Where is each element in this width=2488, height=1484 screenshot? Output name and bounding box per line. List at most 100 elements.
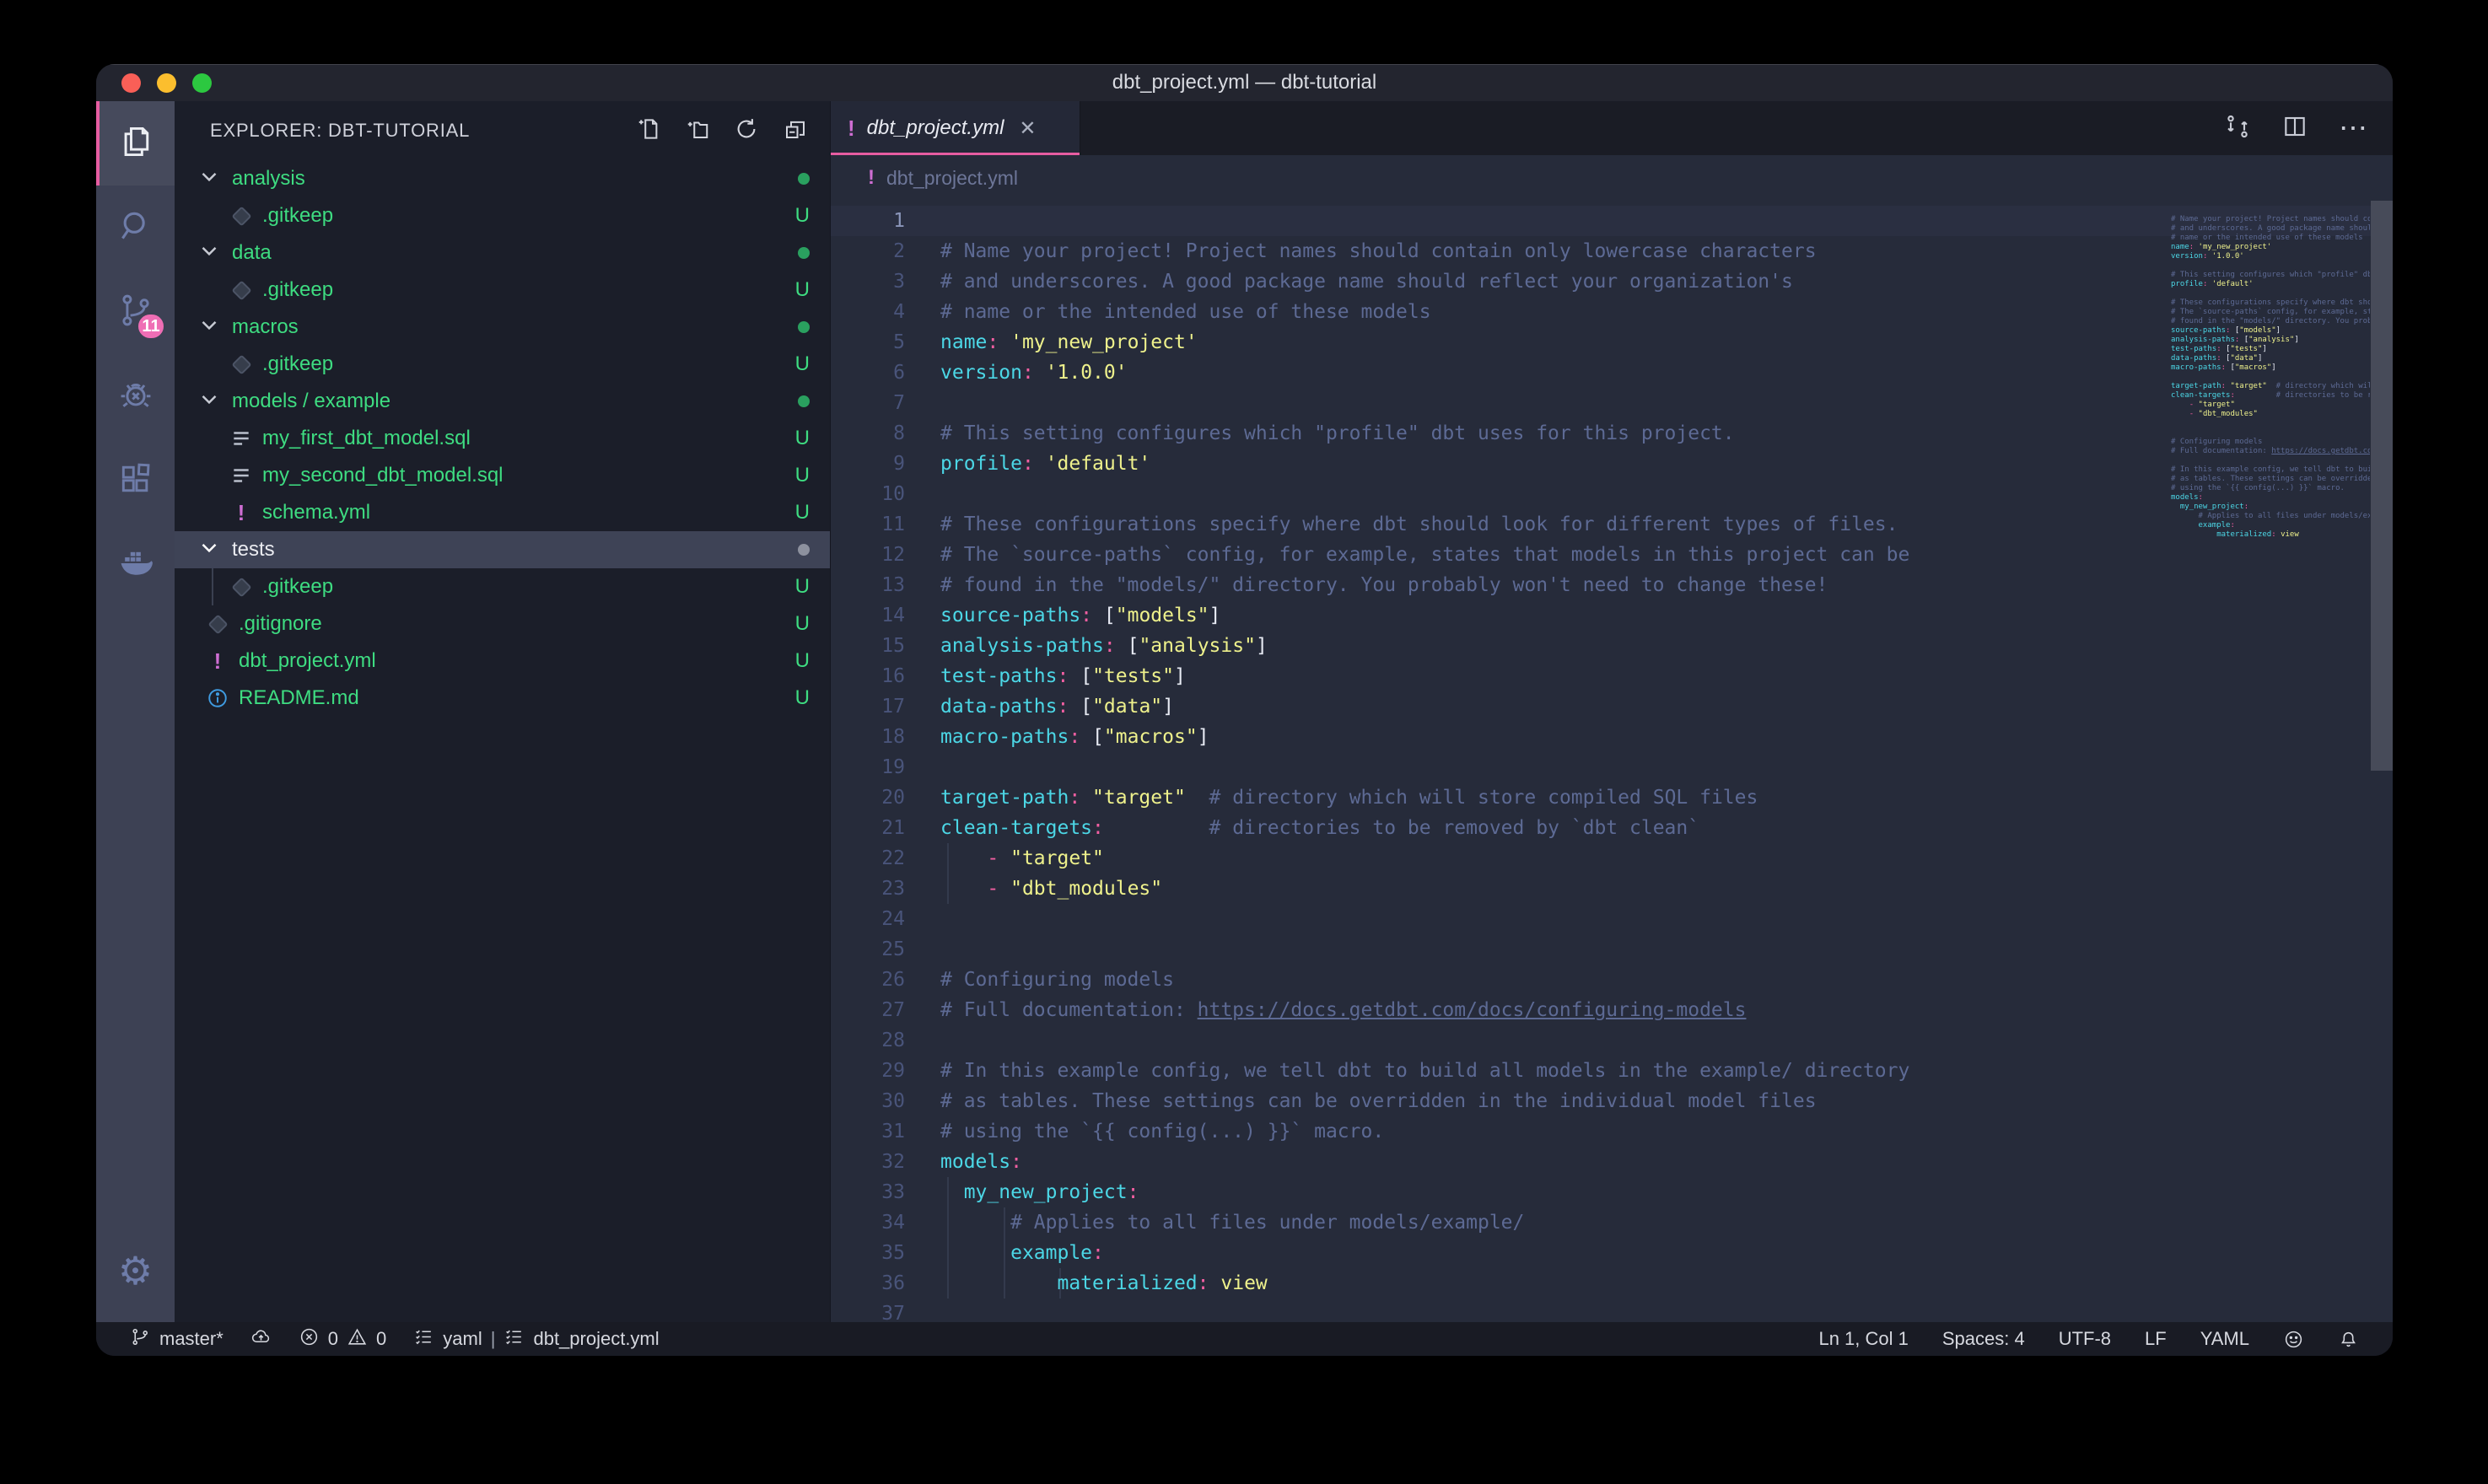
split-editor-icon[interactable] — [2281, 113, 2308, 144]
tree-item-label: data — [232, 241, 272, 265]
git-status-badge: U — [795, 278, 810, 302]
code-line-6: 6version: '1.0.0' — [831, 358, 2162, 388]
line-number: 7 — [831, 388, 940, 418]
code-line-7: 7 — [831, 388, 2162, 418]
line-number: 5 — [831, 327, 940, 358]
activity-docker[interactable] — [96, 523, 175, 607]
code-line-10: 10 — [831, 479, 2162, 509]
code-line-30: 30# as tables. These settings can be ove… — [831, 1086, 2162, 1116]
error-count: 0 — [328, 1328, 338, 1350]
tree-item--gitkeep[interactable]: .gitkeep U — [175, 568, 830, 605]
tree-item-label: README.md — [239, 686, 359, 710]
line-number: 6 — [831, 358, 940, 388]
tree-item-label: my_first_dbt_model.sql — [262, 427, 471, 450]
tab-label: dbt_project.yml — [867, 116, 1004, 140]
more-actions-icon[interactable]: ⋯ — [2339, 124, 2369, 132]
collapse-all-icon[interactable] — [783, 116, 808, 146]
line-number: 31 — [831, 1116, 940, 1147]
line-number: 28 — [831, 1025, 940, 1056]
line-number: 18 — [831, 722, 940, 752]
tree-item-label: .gitkeep — [262, 575, 333, 599]
close-tab-icon[interactable]: ✕ — [1019, 116, 1036, 141]
new-folder-icon[interactable] — [685, 116, 710, 146]
tree-item-label: dbt_project.yml — [239, 649, 376, 673]
title-bar: dbt_project.yml — dbt-tutorial — [96, 64, 2393, 101]
warning-count: 0 — [376, 1328, 386, 1350]
refresh-icon[interactable] — [734, 116, 759, 146]
code-area[interactable]: 12# Name your project! Project names sho… — [831, 201, 2393, 1322]
language-mode[interactable]: YAML — [2200, 1328, 2249, 1350]
git-status-badge — [798, 321, 810, 333]
info-file-icon — [207, 687, 229, 709]
code-line-24: 24 — [831, 904, 2162, 934]
tree-item--gitkeep[interactable]: .gitkeep U — [175, 272, 830, 309]
scrollbar-thumb[interactable] — [2371, 201, 2393, 771]
tree-item-readme-md[interactable]: README.mdU — [175, 680, 830, 717]
tree-item-tests[interactable]: tests — [175, 531, 830, 568]
line-number: 26 — [831, 965, 940, 995]
settings-gear-button[interactable]: ⚙ — [96, 1234, 175, 1307]
eol-status[interactable]: LF — [2145, 1328, 2167, 1350]
cloud-upload-icon — [250, 1326, 272, 1352]
explorer-sidebar: EXPLORER: DBT-TUTORIAL analysis.gitkeepU… — [175, 101, 830, 1322]
tree-item-label: .gitkeep — [262, 278, 333, 302]
code-line-37: 37 — [831, 1298, 2162, 1322]
yaml-schema-status[interactable]: yaml | dbt_project.yml — [413, 1326, 659, 1352]
code-line-2: 2# Name your project! Project names shou… — [831, 236, 2162, 266]
vscode-window: dbt_project.yml — dbt-tutorial 11 — [96, 64, 2393, 1356]
line-number: 35 — [831, 1238, 940, 1268]
chevron-down-icon — [197, 164, 222, 195]
notifications-bell-icon[interactable] — [2338, 1329, 2359, 1350]
cursor-position[interactable]: Ln 1, Col 1 — [1818, 1328, 1908, 1350]
indentation-status[interactable]: Spaces: 4 — [1942, 1328, 2025, 1350]
feedback-smiley-icon[interactable] — [2283, 1329, 2304, 1350]
tree-item-data[interactable]: data — [175, 234, 830, 272]
activity-source-control[interactable]: 11 — [96, 270, 175, 354]
tree-item-analysis[interactable]: analysis — [175, 160, 830, 197]
yaml-schema-label: yaml — [443, 1328, 482, 1350]
code-line-34: 34 # Applies to all files under models/e… — [831, 1207, 2162, 1238]
minimap[interactable]: # Name your project! Project names shoul… — [2162, 201, 2370, 1322]
open-changes-icon[interactable] — [2224, 113, 2251, 144]
tree-item-macros[interactable]: macros — [175, 309, 830, 346]
window-title: dbt_project.yml — dbt-tutorial — [96, 71, 2393, 94]
code-line-31: 31# using the `{{ config(...) }}` macro. — [831, 1116, 2162, 1147]
line-number: 23 — [831, 874, 940, 904]
branch-status[interactable]: master* — [130, 1326, 223, 1352]
activity-debug[interactable] — [96, 354, 175, 438]
code-line-4: 4# name or the intended use of these mod… — [831, 297, 2162, 327]
encoding-status[interactable]: UTF-8 — [2059, 1328, 2111, 1350]
git-status-badge: U — [795, 204, 810, 228]
tab-dbt-project-yml[interactable]: ! dbt_project.yml ✕ — [831, 101, 1080, 155]
activity-search[interactable] — [96, 186, 175, 270]
sql-file-icon — [230, 427, 252, 449]
tree-item-label: .gitignore — [239, 612, 322, 636]
yaml-warning-icon: ! — [207, 650, 229, 672]
problems-status[interactable]: 0 0 — [299, 1326, 387, 1352]
activity-explorer[interactable] — [96, 101, 175, 186]
new-file-icon[interactable] — [636, 116, 661, 146]
tree-item-my-second-dbt-model-sql[interactable]: my_second_dbt_model.sqlU — [175, 457, 830, 494]
line-number: 29 — [831, 1056, 940, 1086]
activity-extensions[interactable] — [96, 438, 175, 523]
tree-item--gitignore[interactable]: .gitignoreU — [175, 605, 830, 643]
git-status-badge: U — [795, 352, 810, 376]
tree-item--gitkeep[interactable]: .gitkeepU — [175, 197, 830, 234]
code-line-16: 16test-paths: ["tests"] — [831, 661, 2162, 691]
breadcrumb[interactable]: ! dbt_project.yml — [831, 155, 2393, 201]
sync-status[interactable] — [250, 1326, 272, 1352]
tree-item-label: .gitkeep — [262, 352, 333, 376]
tree-item-dbt-project-yml[interactable]: !dbt_project.ymlU — [175, 643, 830, 680]
tree-item-my-first-dbt-model-sql[interactable]: my_first_dbt_model.sqlU — [175, 420, 830, 457]
tree-item-label: macros — [232, 315, 299, 339]
tree-item--gitkeep[interactable]: .gitkeep U — [175, 346, 830, 383]
code-line-9: 9profile: 'default' — [831, 449, 2162, 479]
code-line-21: 21clean-targets: # directories to be rem… — [831, 813, 2162, 843]
editor-group: ! dbt_project.yml ✕ ⋯ ! dbt_project.yml — [830, 101, 2393, 1322]
git-status-badge: U — [795, 575, 810, 599]
tree-item-schema-yml[interactable]: !schema.ymlU — [175, 494, 830, 531]
tree-item-label: tests — [232, 538, 275, 562]
git-status-badge — [798, 173, 810, 185]
tree-item-models-example[interactable]: models / example — [175, 383, 830, 420]
line-number: 1 — [831, 206, 940, 236]
